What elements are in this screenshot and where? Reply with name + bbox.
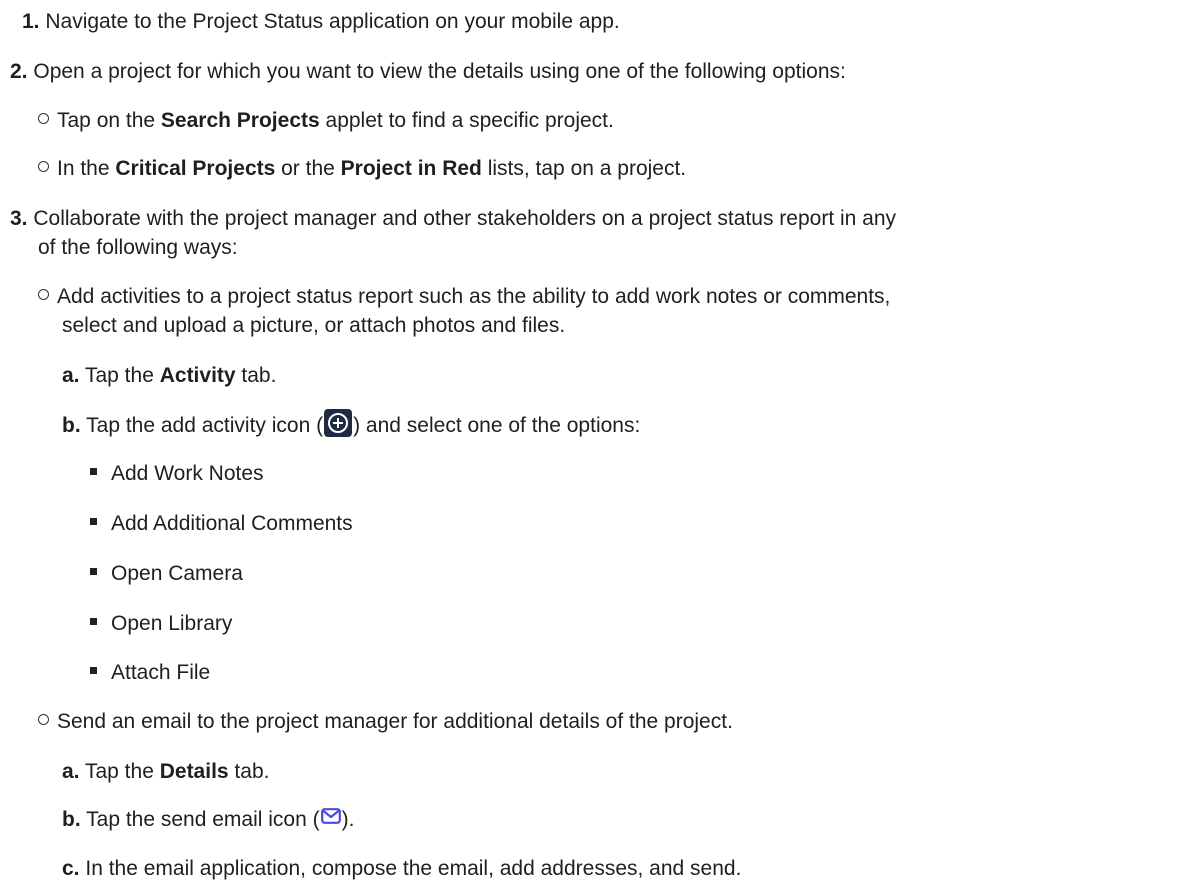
ui-name: Search Projects bbox=[160, 109, 320, 132]
step-number: 3. bbox=[10, 207, 28, 230]
option-item: Attach File bbox=[90, 659, 210, 687]
step-3-option-1: Add activities to a project status repor… bbox=[38, 283, 890, 311]
substep-c: c. In the email application, compose the… bbox=[62, 857, 742, 880]
add-circle-icon bbox=[324, 409, 353, 438]
step-3-option-1-continued: select and upload a picture, or attach p… bbox=[62, 314, 566, 337]
substep-a: a. Tap the Activity tab. bbox=[62, 364, 277, 387]
square-bullet-icon bbox=[90, 617, 97, 625]
envelope-icon bbox=[320, 804, 341, 832]
step-2-option-1: Tap on the Search Projects applet to fin… bbox=[38, 107, 614, 135]
ui-name: Project in Red bbox=[340, 157, 482, 180]
circle-bullet-icon bbox=[38, 160, 49, 172]
ui-name: Activity bbox=[159, 364, 236, 387]
step-3: 3. Collaborate with the project manager … bbox=[10, 205, 896, 233]
step-number: 2. bbox=[10, 60, 28, 83]
step-2: 2. Open a project for which you want to … bbox=[10, 58, 846, 86]
option-item: Add Additional Comments bbox=[90, 510, 353, 538]
square-bullet-icon bbox=[90, 666, 97, 674]
step-2-option-2: In the Critical Projects or the Project … bbox=[38, 155, 686, 183]
circle-bullet-icon bbox=[38, 713, 49, 725]
circle-bullet-icon bbox=[38, 288, 49, 300]
step-text: Collaborate with the project manager and… bbox=[33, 207, 897, 230]
square-bullet-icon bbox=[90, 567, 97, 575]
substep-b: b. Tap the send email icon (). bbox=[62, 806, 354, 834]
step-3-continued: of the following ways: bbox=[38, 236, 238, 259]
ui-name: Critical Projects bbox=[115, 157, 276, 180]
square-bullet-icon bbox=[90, 467, 97, 475]
option-item: Open Library bbox=[90, 610, 232, 638]
ui-name: Details bbox=[159, 760, 229, 783]
step-3-option-2: Send an email to the project manager for… bbox=[38, 708, 733, 736]
option-item: Add Work Notes bbox=[90, 460, 264, 488]
substep-a: a. Tap the Details tab. bbox=[62, 760, 270, 783]
step-text: Navigate to the Project Status applicati… bbox=[45, 10, 620, 33]
circle-bullet-icon bbox=[38, 112, 49, 124]
substep-b: b. Tap the add activity icon () and sele… bbox=[62, 409, 640, 440]
step-text: Open a project for which you want to vie… bbox=[33, 60, 846, 83]
step-number: 1. bbox=[22, 10, 40, 33]
step-1: 1. Navigate to the Project Status applic… bbox=[22, 8, 620, 36]
option-item: Open Camera bbox=[90, 560, 243, 588]
square-bullet-icon bbox=[90, 517, 97, 525]
